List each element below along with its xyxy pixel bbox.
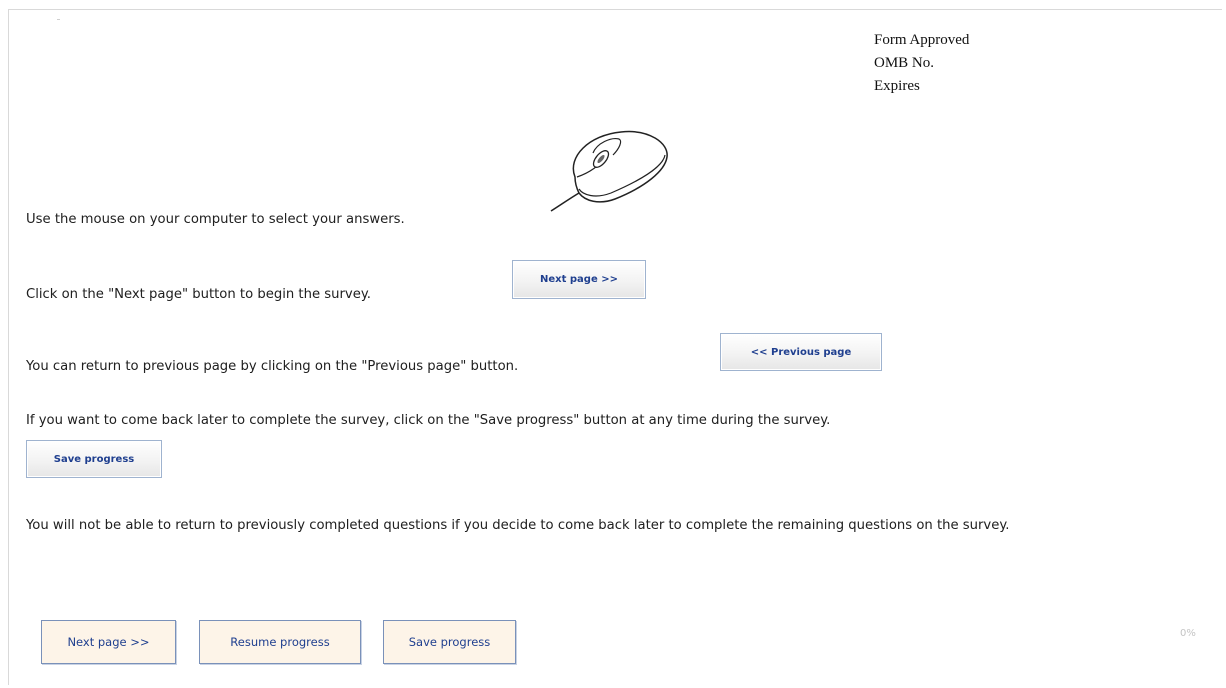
mouse-instruction: Use the mouse on your computer to select… [26,212,405,227]
save-instruction: If you want to come back later to comple… [26,413,831,428]
omb-approval-block: Form Approved OMB No. Expires [874,29,969,98]
page-frame [8,9,1222,685]
omb-number: OMB No. [874,55,935,71]
previous-instruction: You can return to previous page by click… [26,359,519,374]
decorative-speck [57,19,60,20]
save-progress-example-button: Save progress [26,440,162,478]
progress-percentage: 0% [1180,628,1196,639]
next-instruction: Click on the "Next page" button to begin… [26,287,371,302]
next-page-button[interactable]: Next page >> [41,620,176,664]
warning-text: You will not be able to return to previo… [26,518,1010,533]
previous-page-example-button: << Previous page [720,333,882,371]
omb-expires: Expires [874,78,920,94]
next-page-example-button: Next page >> [512,260,646,299]
save-progress-button[interactable]: Save progress [383,620,516,664]
resume-progress-button[interactable]: Resume progress [199,620,361,664]
omb-form-approved: Form Approved [874,32,970,48]
computer-mouse-icon [550,130,668,212]
